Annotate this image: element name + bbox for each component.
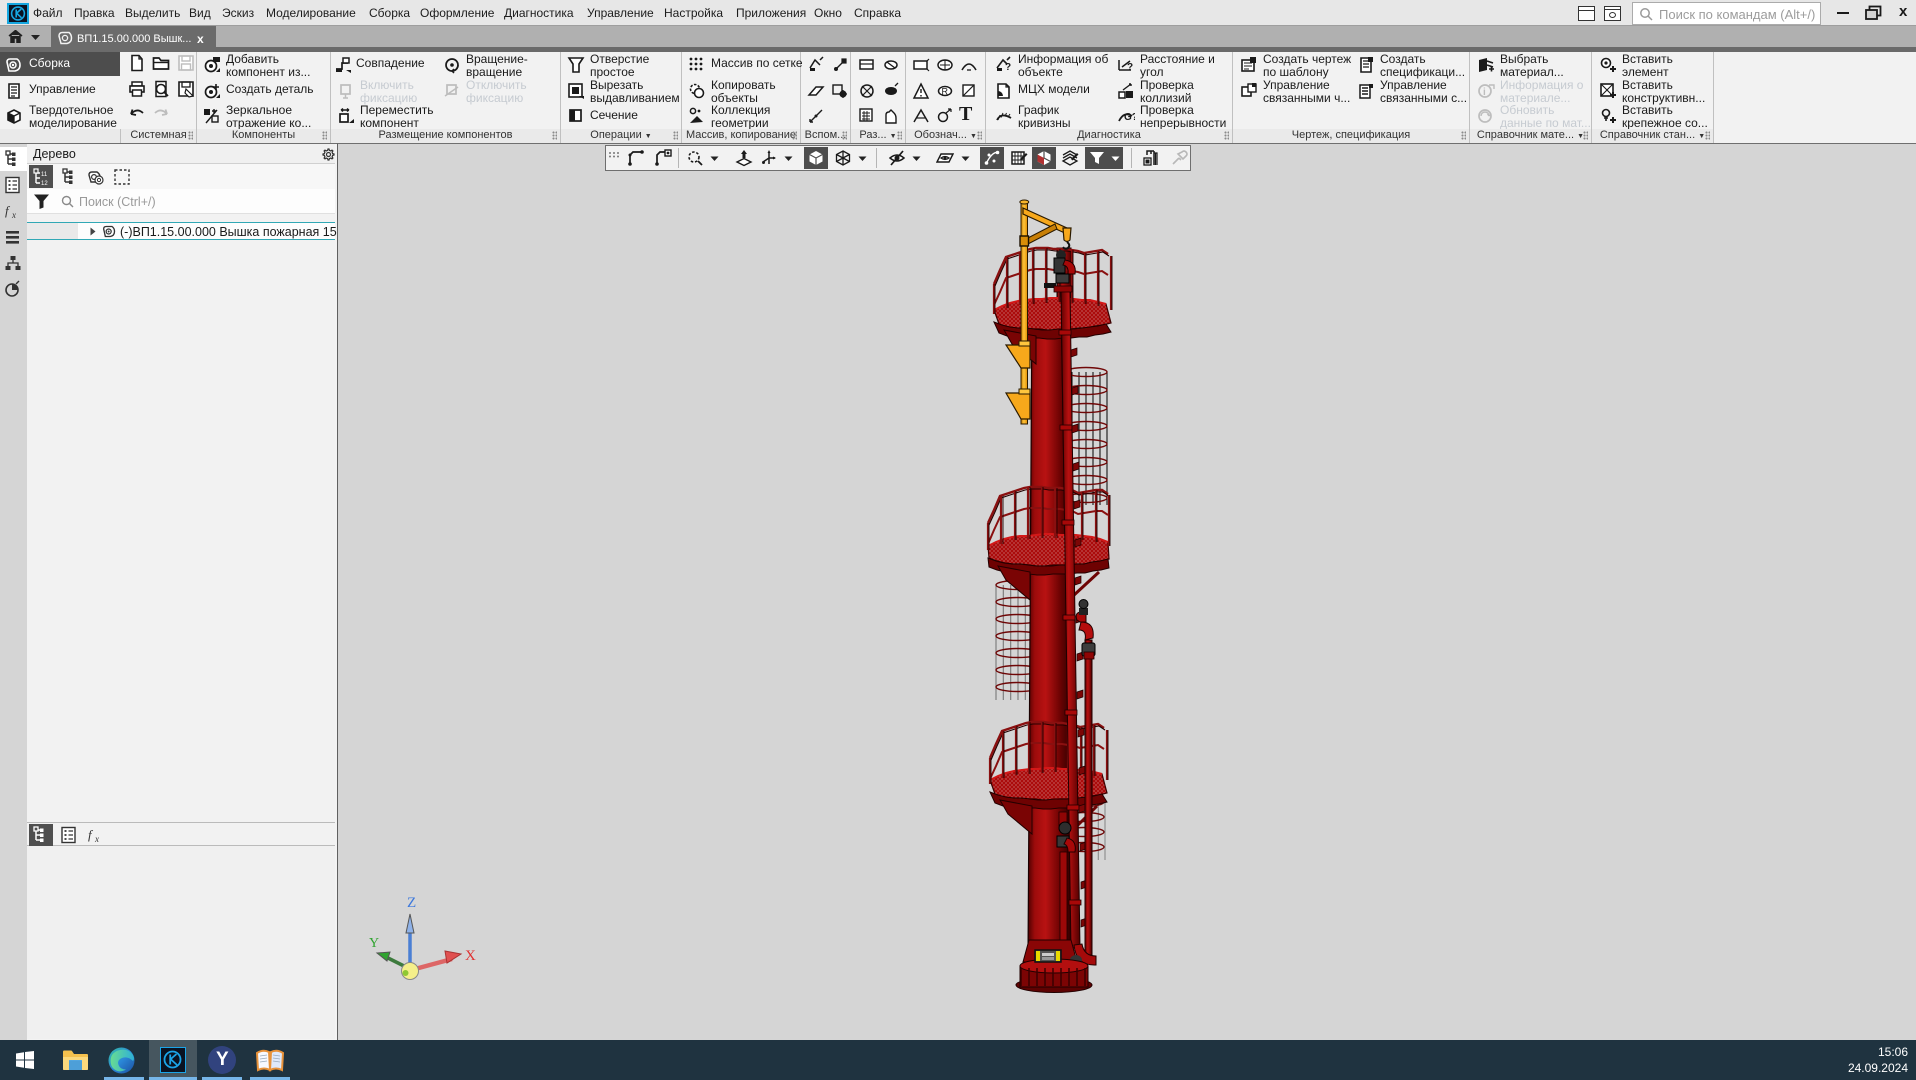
- svg-text:12: 12: [41, 181, 48, 186]
- svg-text:X: X: [465, 948, 476, 964]
- svg-text:f: f: [5, 203, 11, 218]
- svg-text:i: i: [1483, 87, 1486, 98]
- svg-text:?: ?: [1005, 62, 1011, 73]
- svg-text:?: ?: [1127, 62, 1133, 73]
- svg-text:Z: Z: [407, 895, 416, 911]
- svg-text:G?: G?: [1124, 112, 1135, 123]
- svg-text:R: R: [942, 87, 949, 97]
- svg-text:x: x: [11, 210, 16, 220]
- svg-text:11: 11: [41, 172, 48, 178]
- svg-text:f: f: [88, 827, 94, 842]
- svg-text:Y: Y: [369, 936, 379, 951]
- svg-text:x: x: [94, 834, 99, 844]
